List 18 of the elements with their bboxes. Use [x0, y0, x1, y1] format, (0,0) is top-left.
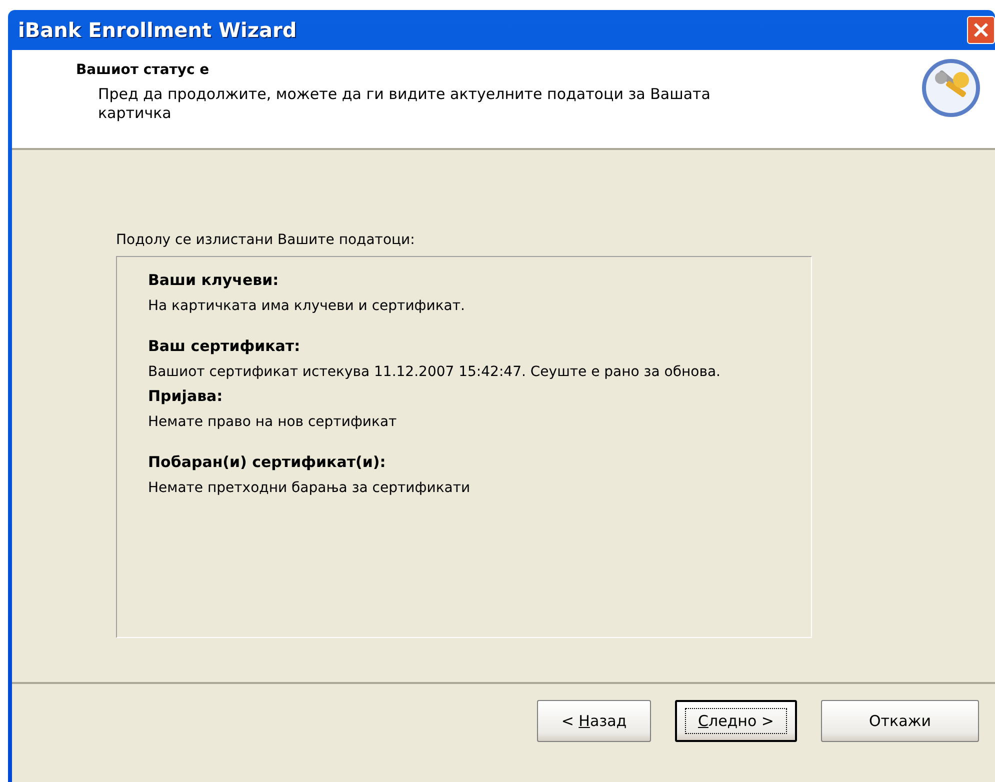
section-text: Немате претходни барања за сертификати [148, 479, 472, 497]
window-title: iBank Enrollment Wizard [18, 18, 297, 42]
wizard-button[interactable]: Откажи [821, 700, 979, 742]
section-heading: Ваши клучеви: [148, 271, 280, 289]
header-subtitle: Пред да продолжите, можете да ги видите актуелните податоци за Вашата картичка [98, 85, 712, 123]
section-heading: Ваш сертификат: [148, 337, 302, 355]
section-text: Вашиот сертификат истекува 11.12.2007 15:42:47. Сеуште е рано за обнова. [148, 363, 722, 381]
header-title: Вашиот статус е [76, 62, 210, 78]
keys-icon [921, 58, 981, 118]
close-button[interactable] [967, 16, 995, 44]
section-text: Немате право на нов сертификат [148, 413, 398, 431]
section-heading: Пријава: [148, 387, 224, 405]
section-heading: Побаран(и) сертификат(и): [148, 453, 387, 471]
intro-text: Подолу се излистани Вашите податоци: [116, 232, 416, 248]
wizard-button[interactable]: < Назад [537, 700, 651, 742]
wizard-button[interactable]: Следно > [675, 700, 797, 742]
section-text: На картичката има клучеви и сертификат. [148, 297, 466, 315]
close-icon [972, 21, 990, 39]
